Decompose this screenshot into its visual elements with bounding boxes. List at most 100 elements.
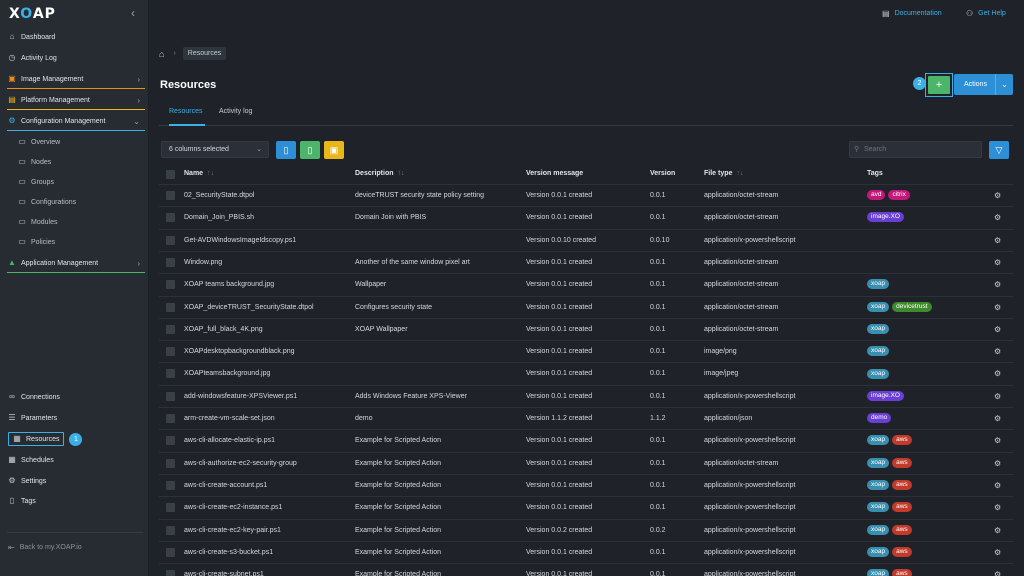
table-row[interactable]: Get-AVDWindowsImageIdscopy.ps1 Version 0.… bbox=[159, 228, 1013, 251]
table-row[interactable]: 02_SecurityState.dtpol deviceTRUST securi… bbox=[159, 184, 1013, 206]
table-row[interactable]: XOAPteamsbackground.jpg Version 0.0.1 cre… bbox=[159, 362, 1013, 384]
row-settings-gear-icon[interactable]: ⚙ bbox=[994, 207, 1001, 229]
export-excel-button[interactable]: ▯ bbox=[300, 141, 320, 159]
table-row[interactable]: aws-cli-create-subnet.ps1 Example for Scr… bbox=[159, 563, 1013, 576]
get-help-link[interactable]: ⚇ Get Help bbox=[966, 9, 1006, 18]
row-checkbox[interactable] bbox=[166, 369, 175, 379]
row-checkbox[interactable] bbox=[166, 257, 175, 267]
row-checkbox[interactable] bbox=[166, 547, 175, 557]
tag-badge[interactable]: xoap bbox=[867, 301, 890, 312]
table-row[interactable]: XOAPdesktopbackgroundblack.png Version 0.… bbox=[159, 340, 1013, 362]
table-row[interactable]: XOAP teams background.jpg Wallpaper Versio… bbox=[159, 273, 1013, 295]
filter-button[interactable]: ▽ bbox=[989, 141, 1009, 159]
table-row[interactable]: Domain_Join_PBIS.sh Domain Join with PBIS… bbox=[159, 206, 1013, 228]
table-row[interactable]: aws-cli-create-account.ps1 Example for Sc… bbox=[159, 473, 1013, 497]
export-pdf-button[interactable]: ▣ bbox=[324, 141, 344, 159]
tab-resources[interactable]: Resources bbox=[169, 108, 205, 126]
row-checkbox[interactable] bbox=[166, 235, 175, 245]
tag-badge[interactable]: image.XO bbox=[867, 390, 904, 401]
add-resource-button[interactable]: + bbox=[928, 76, 950, 94]
tag-badge[interactable]: demo bbox=[867, 413, 892, 424]
table-row[interactable]: XOAP_deviceTRUST_SecurityState.dtpol Conf… bbox=[159, 295, 1013, 319]
sidebar-item-image-management[interactable]: ▣ Image Management › bbox=[0, 69, 149, 89]
tag-badge[interactable]: xoap bbox=[867, 457, 890, 468]
tag-badge[interactable]: aws bbox=[892, 546, 912, 557]
tag-badge[interactable]: avd bbox=[867, 190, 886, 201]
back-to-xoap-link[interactable]: ⇤ Back to my.XOAP.io bbox=[8, 543, 82, 552]
row-checkbox[interactable] bbox=[166, 391, 175, 401]
table-row[interactable]: arm-create-vm-scale-set.json demo Version … bbox=[159, 407, 1013, 429]
tag-badge[interactable]: xoap bbox=[867, 480, 890, 491]
sidebar-item-modules[interactable]: ▭ Modules bbox=[0, 212, 149, 232]
table-row[interactable]: XOAP_full_black_4K.png XOAP Wallpaper Vers… bbox=[159, 317, 1013, 341]
row-settings-gear-icon[interactable]: ⚙ bbox=[994, 319, 1001, 341]
tag-badge[interactable]: citrix bbox=[888, 190, 910, 201]
sidebar-item-activity-log[interactable]: ◷ Activity Log bbox=[0, 48, 149, 68]
row-checkbox[interactable] bbox=[166, 280, 175, 290]
xoap-logo[interactable]: XOAP bbox=[9, 6, 56, 22]
row-settings-gear-icon[interactable]: ⚙ bbox=[994, 564, 1001, 576]
collapse-sidebar-icon[interactable]: ‹ bbox=[131, 6, 135, 20]
row-settings-gear-icon[interactable]: ⚙ bbox=[994, 408, 1001, 430]
sidebar-item-nodes[interactable]: ▭ Nodes bbox=[0, 152, 149, 172]
row-settings-gear-icon[interactable]: ⚙ bbox=[994, 185, 1001, 207]
sidebar-item-parameters[interactable]: ☰ Parameters bbox=[0, 408, 149, 428]
row-checkbox[interactable] bbox=[166, 458, 175, 468]
row-checkbox[interactable] bbox=[166, 570, 175, 576]
header-file-type[interactable]: File type ↑↓ bbox=[704, 170, 743, 177]
table-row[interactable]: aws-cli-create-ec2-key-pair.ps1 Example f… bbox=[159, 518, 1013, 541]
row-settings-gear-icon[interactable]: ⚙ bbox=[994, 274, 1001, 296]
search-input[interactable]: ⚲ Search bbox=[849, 141, 982, 158]
tag-badge[interactable]: xoap bbox=[867, 435, 890, 446]
row-settings-gear-icon[interactable]: ⚙ bbox=[994, 430, 1001, 452]
documentation-link[interactable]: ▤ Documentation bbox=[882, 9, 942, 18]
row-settings-gear-icon[interactable]: ⚙ bbox=[994, 542, 1001, 564]
tag-badge[interactable]: aws bbox=[892, 457, 912, 468]
actions-dropdown[interactable]: Actions ⌄ bbox=[954, 74, 1013, 95]
table-row[interactable]: aws-cli-create-s3-bucket.ps1 Example for … bbox=[159, 540, 1013, 564]
tag-badge[interactable]: xoap bbox=[867, 524, 890, 535]
row-settings-gear-icon[interactable]: ⚙ bbox=[994, 363, 1001, 385]
row-settings-gear-icon[interactable]: ⚙ bbox=[994, 386, 1001, 408]
tag-badge[interactable]: aws bbox=[892, 502, 912, 513]
tag-badge[interactable]: aws bbox=[892, 435, 912, 446]
header-name[interactable]: Name ↑↓ bbox=[184, 170, 214, 177]
sidebar-item-connections[interactable]: ∞ Connections bbox=[0, 387, 149, 407]
header-description[interactable]: Description ↑↓ bbox=[355, 170, 405, 177]
tag-badge[interactable]: aws bbox=[892, 524, 912, 535]
breadcrumb-current[interactable]: Resources bbox=[182, 47, 227, 60]
tag-badge[interactable]: aws bbox=[892, 569, 912, 576]
sidebar-item-resources[interactable]: ▦ Resources 1 bbox=[0, 429, 149, 449]
row-settings-gear-icon[interactable]: ⚙ bbox=[994, 297, 1001, 319]
tag-badge[interactable]: xoap bbox=[867, 323, 890, 334]
tag-badge[interactable]: xoap bbox=[867, 346, 890, 357]
home-icon[interactable]: ⌂ bbox=[159, 49, 164, 59]
chevron-down-icon[interactable]: ⌄ bbox=[995, 74, 1013, 95]
table-row[interactable]: aws-cli-create-ec2-instance.ps1 Example f… bbox=[159, 496, 1013, 518]
tag-badge[interactable]: xoap bbox=[867, 546, 890, 557]
column-selector[interactable]: 6 columns selected ⌄ bbox=[161, 141, 269, 158]
sidebar-item-tags[interactable]: ▯ Tags bbox=[0, 491, 149, 511]
table-row[interactable]: add-windowsfeature-XPSViewer.ps1 Adds Win… bbox=[159, 384, 1013, 408]
tab-activity-log[interactable]: Activity log bbox=[219, 108, 252, 126]
row-settings-gear-icon[interactable]: ⚙ bbox=[994, 453, 1001, 475]
export-csv-button[interactable]: ▯ bbox=[276, 141, 296, 159]
table-row[interactable]: aws-cli-authorize-ec2-security-group Exam… bbox=[159, 451, 1013, 475]
tag-badge[interactable]: xoap bbox=[867, 279, 890, 290]
row-checkbox[interactable] bbox=[166, 525, 175, 535]
row-checkbox[interactable] bbox=[166, 414, 175, 423]
row-checkbox[interactable] bbox=[166, 503, 175, 513]
sidebar-item-schedules[interactable]: ▦ Schedules bbox=[0, 450, 149, 470]
row-settings-gear-icon[interactable]: ⚙ bbox=[994, 497, 1001, 519]
row-settings-gear-icon[interactable]: ⚙ bbox=[994, 252, 1001, 274]
sidebar-item-application-management[interactable]: ▲ Application Management › bbox=[0, 253, 149, 273]
table-row[interactable]: Window.png Another of the same window pix… bbox=[159, 250, 1013, 274]
sidebar-item-settings[interactable]: ⚙ Settings bbox=[0, 471, 149, 491]
row-settings-gear-icon[interactable]: ⚙ bbox=[994, 475, 1001, 497]
tag-badge[interactable]: image.XO bbox=[867, 212, 904, 223]
tag-badge[interactable]: devicetrust bbox=[892, 301, 932, 312]
row-checkbox[interactable] bbox=[166, 324, 175, 334]
sidebar-item-dashboard[interactable]: ⌂ Dashboard bbox=[0, 27, 149, 47]
sidebar-item-overview[interactable]: ▭ Overview bbox=[0, 132, 149, 152]
row-checkbox[interactable] bbox=[166, 213, 175, 223]
